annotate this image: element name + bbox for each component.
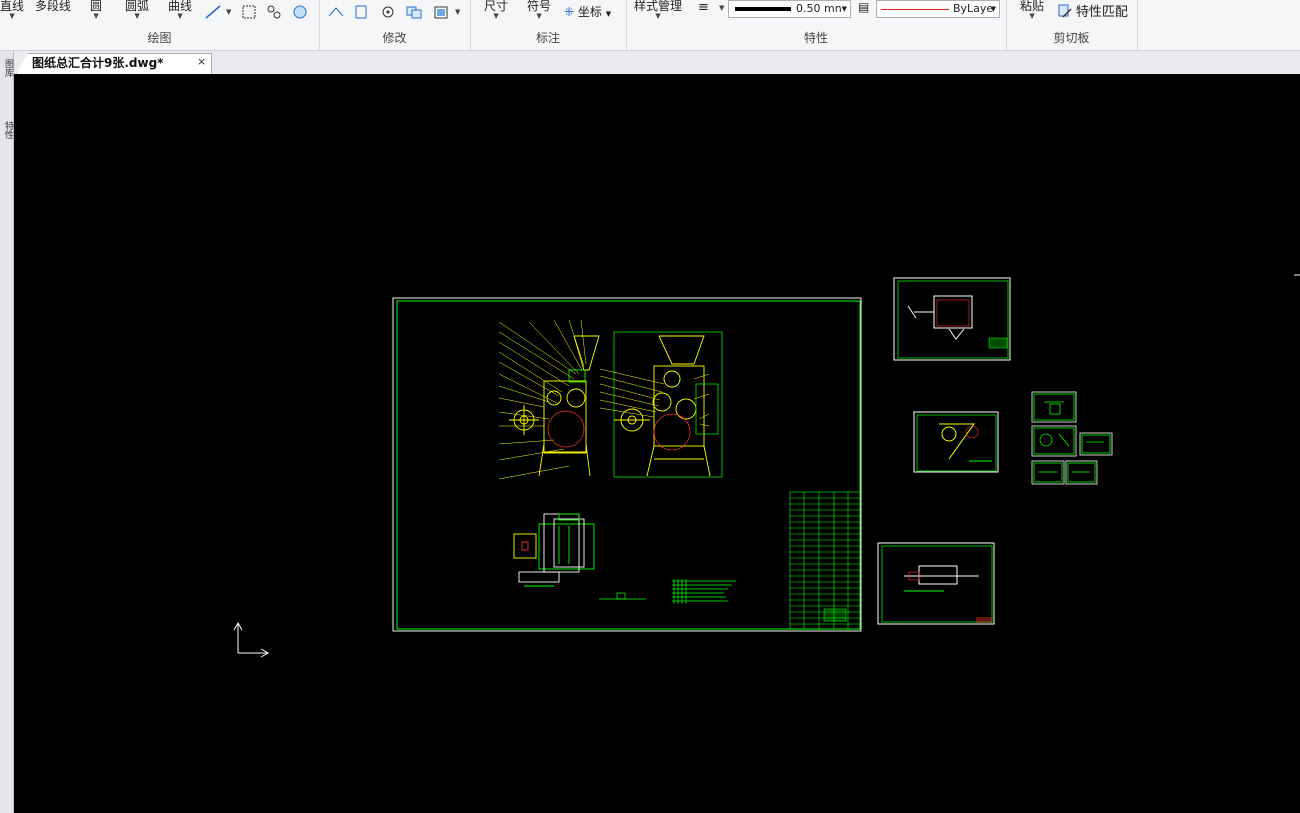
chevron-down-icon[interactable]: ▼ — [0, 12, 24, 20]
hatch-icon[interactable] — [240, 4, 258, 20]
model-space[interactable] — [14, 74, 1300, 813]
document-tab-bar: 图纸总汇合计9张.dwg* × — [0, 51, 1300, 75]
top-view-assembly — [513, 513, 595, 587]
linetype-value: ByLaye — [953, 2, 994, 15]
chevron-down-icon[interactable]: ▼ — [455, 8, 460, 16]
polyline-tool[interactable]: 多段线 — [35, 0, 71, 12]
chevron-down-icon[interactable]: ▼ — [125, 12, 149, 20]
chevron-down-icon[interactable]: ▼ — [606, 10, 611, 18]
drawing-canvas[interactable] — [14, 74, 1300, 813]
chevron-down-icon[interactable]: ▼ — [634, 12, 682, 20]
drawing-sheet-shaft[interactable] — [877, 542, 995, 625]
curve-tool[interactable]: 曲线 ▼ — [168, 0, 192, 20]
annotate-group-label: 标注 — [535, 31, 560, 45]
rotate-icon[interactable] — [379, 4, 397, 20]
clipboard-group: 粘贴 ▼ 特性匹配 剪切板 — [1006, 0, 1138, 50]
drawing-sheets-parts-cluster[interactable] — [1031, 391, 1113, 485]
left-panel-strip: 图库 特性 — [0, 51, 14, 813]
line-draw-icon[interactable] — [204, 4, 222, 20]
chevron-down-icon[interactable]: ▼ — [991, 1, 996, 17]
linetype-icon[interactable]: ▤ — [858, 0, 869, 14]
match-properties-tool[interactable]: 特性匹配 — [1058, 4, 1128, 21]
edit-icon[interactable] — [433, 4, 451, 20]
lineweight-select[interactable]: 0.50 mn ▼ — [728, 0, 851, 18]
annotate-group: 尺寸 ▼ 符号 ▼ ⁜ 坐标 ▼ 标注 — [470, 0, 627, 50]
mirror-icon[interactable] — [353, 4, 371, 20]
arc-tool[interactable]: 圆弧 ▼ — [125, 0, 149, 20]
chevron-down-icon[interactable]: ▼ — [90, 12, 102, 20]
coordinate-tool[interactable]: ⁜ 坐标 ▼ — [564, 6, 611, 20]
region-icon[interactable] — [291, 4, 309, 20]
properties-group-label: 特性 — [803, 31, 828, 45]
linetype-select[interactable]: ByLaye ▼ — [876, 0, 1000, 18]
modify-group-label: 修改 — [382, 31, 407, 45]
chevron-down-icon[interactable]: ▼ — [842, 1, 847, 17]
chevron-down-icon[interactable]: ▼ — [168, 12, 192, 20]
circle-tool[interactable]: 圆 ▼ — [90, 0, 102, 20]
side-tab-properties[interactable]: 特性 — [0, 121, 13, 139]
document-tab-title[interactable]: 图纸总汇合计9张.dwg* — [32, 54, 163, 71]
coordinate-tool-label: 坐标 — [577, 5, 602, 19]
drawing-sheet-crusher-detail[interactable] — [913, 411, 999, 473]
copy-icon[interactable] — [405, 4, 423, 20]
title-block — [789, 491, 861, 630]
ucs-axis-icon — [233, 621, 270, 658]
lineweight-value: 0.50 mn — [796, 2, 842, 15]
close-icon[interactable]: × — [197, 55, 206, 68]
match-properties-icon — [1058, 4, 1072, 18]
coordinate-icon: ⁜ — [564, 5, 575, 19]
draw-group-label: 绘图 — [147, 31, 172, 45]
dimension-tool[interactable]: 尺寸 ▼ — [484, 0, 508, 20]
ribbon: 直线 ▼ 多段线 圆 ▼ 圆弧 ▼ 曲线 ▼ ▼ 绘图 ▼ 修改 尺寸 ▼ 符号… — [0, 0, 1300, 51]
lineweight-sample — [735, 7, 791, 11]
paste-tool[interactable]: 粘贴 ▼ — [1020, 0, 1044, 20]
lineweight-icon[interactable]: ≡ — [698, 0, 709, 15]
drawing-sheet-hopper[interactable] — [893, 277, 1011, 361]
chevron-down-icon[interactable]: ▼ — [527, 12, 551, 20]
modify-group: ▼ 修改 — [319, 0, 471, 50]
detail-views — [599, 579, 736, 604]
chevron-down-icon[interactable]: ▼ — [719, 4, 724, 12]
style-manager-tool[interactable]: 样式管理 ▼ — [634, 0, 682, 20]
main-drawing-sheet[interactable] — [392, 297, 862, 632]
draw-group: 直线 ▼ 多段线 圆 ▼ 圆弧 ▼ 曲线 ▼ ▼ 绘图 — [0, 0, 320, 50]
chevron-down-icon[interactable]: ▼ — [226, 8, 231, 16]
properties-group: 样式管理 ▼ ≡ ▼ 0.50 mn ▼ ▤ ByLaye ▼ 特性 — [626, 0, 1007, 50]
side-tab-library[interactable]: 图库 — [0, 59, 13, 77]
side-view-machine — [613, 331, 723, 478]
trim-icon[interactable] — [327, 4, 345, 20]
chevron-down-icon[interactable]: ▼ — [484, 12, 508, 20]
block-icon[interactable] — [265, 4, 283, 20]
linetype-sample — [881, 9, 949, 10]
match-properties-label: 特性匹配 — [1075, 5, 1128, 20]
clipboard-group-label: 剪切板 — [1053, 31, 1090, 45]
symbol-tool[interactable]: 符号 ▼ — [527, 0, 551, 20]
line-tool[interactable]: 直线 ▼ — [0, 0, 24, 20]
chevron-down-icon[interactable]: ▼ — [1020, 12, 1044, 20]
polyline-tool-label: 多段线 — [35, 0, 72, 13]
